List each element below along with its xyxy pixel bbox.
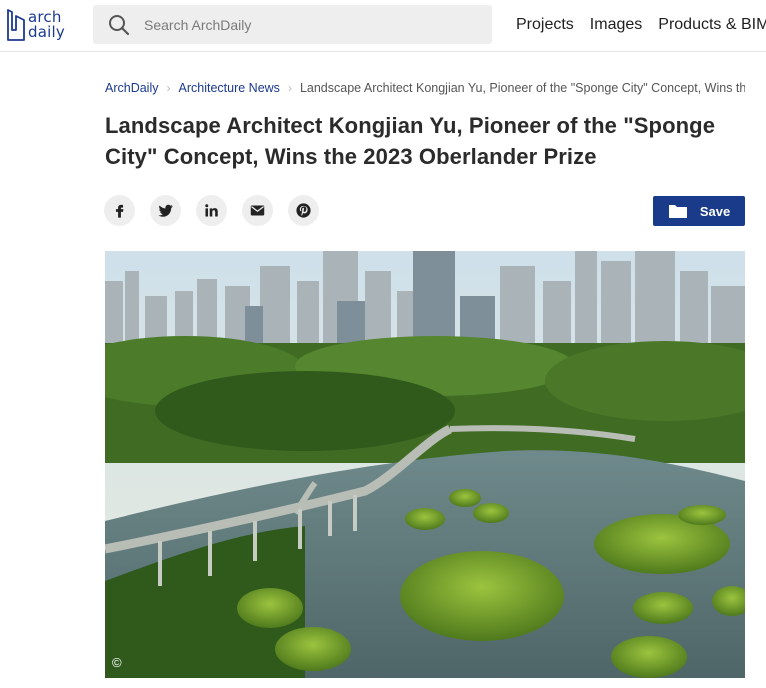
share-bar: [104, 195, 334, 226]
share-email-button[interactable]: [242, 195, 273, 226]
nav-projects[interactable]: Projects: [516, 16, 574, 34]
logo-mark-icon: [7, 9, 25, 41]
search-input[interactable]: [144, 16, 464, 33]
copyright-mark: ©: [112, 655, 122, 670]
folder-icon: [668, 205, 687, 218]
breadcrumb: ArchDaily › Architecture News › Landscap…: [105, 81, 745, 95]
share-twitter-button[interactable]: [150, 195, 181, 226]
save-button[interactable]: Save: [653, 196, 745, 226]
breadcrumb-current: Landscape Architect Kongjian Yu, Pioneer…: [299, 81, 745, 95]
logo-line-2: daily: [28, 23, 65, 41]
hero-image[interactable]: [105, 251, 745, 678]
nav-images[interactable]: Images: [590, 16, 642, 34]
facebook-icon: [115, 204, 124, 218]
mail-icon: [250, 205, 265, 216]
article-title: Landscape Architect Kongjian Yu, Pioneer…: [105, 113, 716, 169]
site-header: arch daily Projects Images Products & BI…: [0, 0, 766, 52]
chevron-right-icon: ›: [287, 81, 292, 95]
breadcrumb-architecture-news[interactable]: Architecture News: [179, 81, 280, 95]
share-facebook-button[interactable]: [104, 195, 135, 226]
archdaily-logo[interactable]: arch daily: [5, 5, 71, 45]
chevron-right-icon: ›: [166, 81, 171, 95]
search-bar[interactable]: [93, 5, 492, 44]
save-button-label: Save: [699, 203, 731, 219]
nav-products-bim[interactable]: Products & BIM: [658, 16, 766, 34]
twitter-icon: [158, 204, 173, 217]
breadcrumb-archdaily[interactable]: ArchDaily: [105, 81, 159, 95]
logo-text: arch daily: [28, 10, 65, 40]
search-icon[interactable]: [108, 14, 130, 36]
park-aerial-photo: [105, 251, 745, 678]
pinterest-icon: [296, 203, 311, 218]
share-pinterest-button[interactable]: [288, 195, 319, 226]
main-nav: Projects Images Products & BIM: [516, 16, 766, 34]
share-linkedin-button[interactable]: [196, 195, 227, 226]
linkedin-icon: [205, 204, 218, 217]
